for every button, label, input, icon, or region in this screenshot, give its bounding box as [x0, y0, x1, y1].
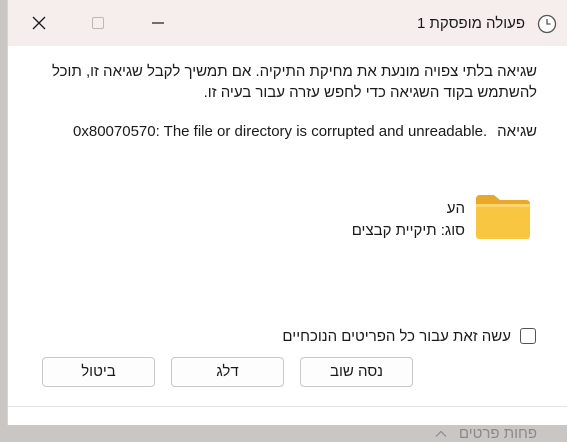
error-code-line: שגיאה 0x80070570: The file or directory i… — [37, 123, 537, 140]
footer-divider — [8, 406, 567, 407]
error-message: שגיאה בלתי צפויה מונעת את מחיקת התיקיה. … — [52, 63, 537, 101]
window-title: פעולה מופסקת 1 — [416, 15, 525, 32]
retry-button[interactable]: נסה שוב — [300, 357, 413, 387]
apply-to-all-row[interactable]: עשה זאת עבור כל הפריטים הנוכחיים — [276, 325, 536, 347]
folder-icon — [476, 195, 530, 239]
maximize-button[interactable] — [76, 8, 120, 38]
cancel-button[interactable]: ביטול — [42, 357, 155, 387]
item-name: הע — [446, 200, 465, 217]
title-bar: פעולה מופסקת 1 — [8, 0, 567, 46]
fewer-details-toggle[interactable]: פחות פרטים — [435, 425, 537, 442]
error-code-label: שגיאה — [497, 123, 537, 140]
minimize-icon — [152, 22, 164, 24]
chevron-up-icon — [435, 430, 447, 437]
fewer-details-label: פחות פרטים — [458, 425, 537, 442]
minimize-button[interactable] — [136, 8, 180, 38]
apply-to-all-label: עשה זאת עבור כל הפריטים הנוכחיים — [282, 327, 511, 345]
apply-to-all-checkbox[interactable] — [520, 328, 536, 344]
close-icon — [32, 16, 46, 30]
error-code-text: 0x80070570: The file or directory is cor… — [73, 123, 488, 140]
maximize-icon — [92, 17, 104, 29]
item-type: סוג: תיקיית קבצים — [351, 222, 465, 239]
skip-button[interactable]: דלג — [171, 357, 284, 387]
clock-icon — [537, 14, 557, 34]
close-button[interactable] — [17, 8, 61, 38]
error-dialog: פעולה מופסקת 1 שגיאה בלתי צפויה מונעת את… — [7, 0, 567, 442]
